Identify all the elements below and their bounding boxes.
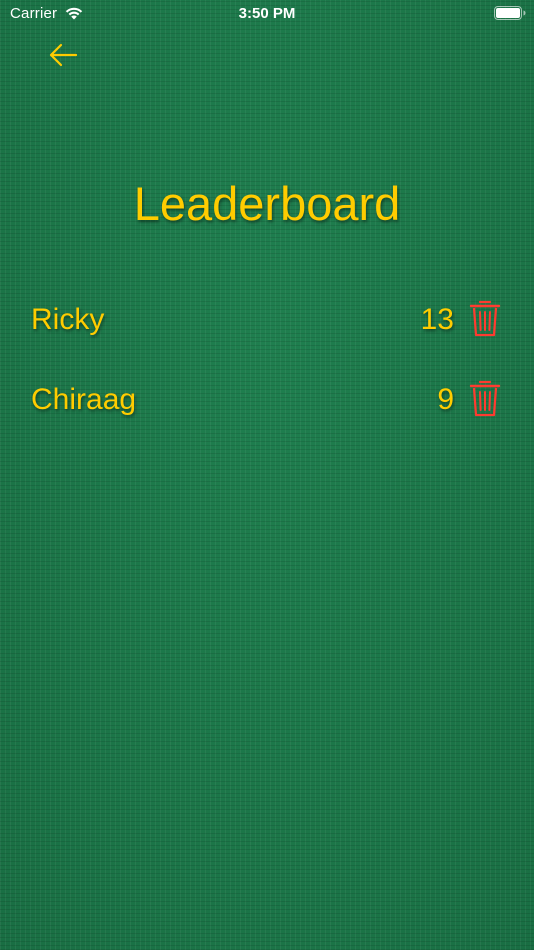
status-time: 3:50 PM <box>238 5 296 22</box>
leaderboard-row: Chiraag 9 <box>0 375 534 425</box>
trash-icon <box>469 300 501 337</box>
trash-icon <box>469 380 501 417</box>
player-name: Chiraag <box>31 383 137 416</box>
back-button[interactable] <box>44 38 82 72</box>
arrow-left-icon <box>49 43 78 67</box>
page-title: Leaderboard <box>133 177 401 230</box>
status-bar: Carrier 3:50 PM <box>0 0 534 28</box>
delete-button[interactable] <box>467 378 503 418</box>
battery-icon <box>494 6 526 20</box>
player-score: 13 <box>420 303 454 336</box>
player-name: Ricky <box>31 303 105 336</box>
leaderboard-row: Ricky 13 <box>0 295 534 345</box>
delete-button[interactable] <box>467 298 503 338</box>
player-score: 9 <box>437 383 454 416</box>
